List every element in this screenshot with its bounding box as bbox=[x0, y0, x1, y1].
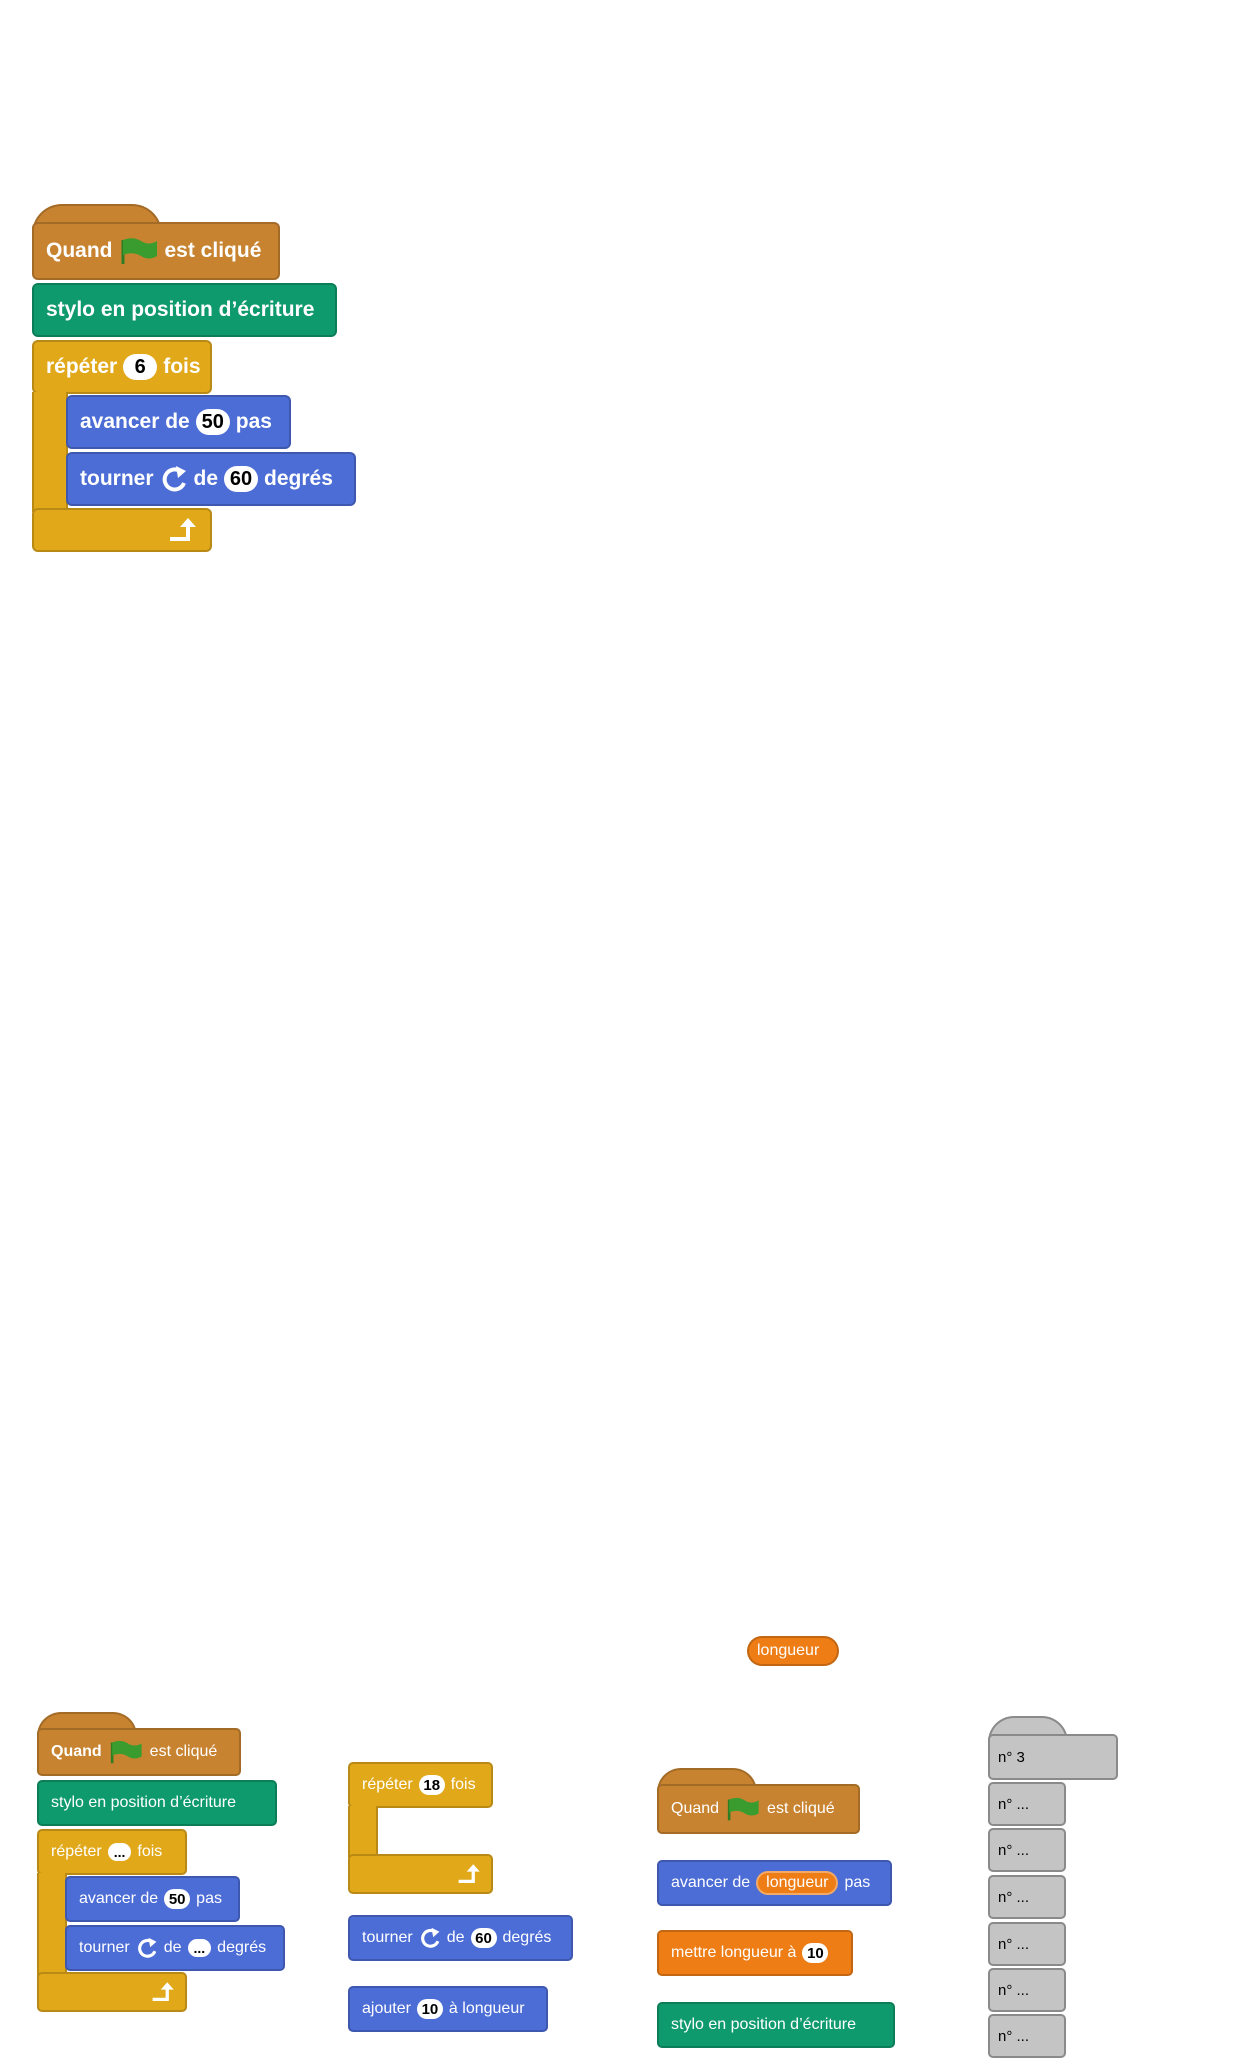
turn-angle-input[interactable]: ... bbox=[188, 1939, 212, 1957]
turn-label-post: degrés bbox=[264, 467, 333, 491]
move-block[interactable]: avancer de longueur pas bbox=[657, 1860, 892, 1906]
move-label-post: pas bbox=[196, 1890, 222, 1908]
repeat-label-pre: répéter bbox=[51, 1843, 102, 1861]
placeholder-slot[interactable]: n° 3 bbox=[988, 1734, 1118, 1780]
repeat-count-input[interactable]: 18 bbox=[419, 1775, 445, 1795]
placeholder-label: n° ... bbox=[998, 1889, 1029, 1906]
repeat-end bbox=[32, 508, 212, 552]
add-label-pre: ajouter bbox=[362, 2000, 411, 2018]
variable-reporter[interactable]: longueur bbox=[747, 1636, 839, 1666]
when-flag-clicked-block[interactable]: Quand est cliqué bbox=[32, 222, 280, 280]
hat-label-pre: Quand bbox=[671, 1800, 719, 1818]
turn-label-post: degrés bbox=[217, 1939, 266, 1957]
repeat-arm bbox=[37, 1873, 67, 1981]
variable-name: longueur bbox=[757, 1642, 819, 1660]
move-block[interactable]: avancer de 50 pas bbox=[66, 395, 291, 449]
pen-down-block[interactable]: stylo en position d’écriture bbox=[657, 2002, 895, 2048]
loop-arrow-icon bbox=[151, 1981, 177, 2003]
green-flag-icon bbox=[108, 1739, 144, 1765]
placeholder-slot[interactable]: n° ... bbox=[988, 1922, 1066, 1966]
repeat-label-pre: répéter bbox=[46, 355, 117, 379]
repeat-arm bbox=[32, 392, 68, 512]
repeat-label-post: fois bbox=[163, 355, 200, 379]
set-label-pre: mettre longueur à bbox=[671, 1944, 796, 1962]
move-label-post: pas bbox=[236, 410, 272, 434]
repeat-block[interactable]: répéter ... fois bbox=[37, 1829, 187, 1875]
placeholder-label: n° ... bbox=[998, 2028, 1029, 2045]
move-steps-input[interactable]: 50 bbox=[164, 1889, 190, 1909]
add-label-post: à longueur bbox=[449, 2000, 525, 2018]
move-steps-input[interactable]: 50 bbox=[196, 409, 230, 435]
placeholder-label: n° 3 bbox=[998, 1749, 1025, 1766]
repeat-label-post: fois bbox=[451, 1776, 476, 1794]
placeholder-slot[interactable]: n° ... bbox=[988, 1782, 1066, 1826]
placeholder-label: n° ... bbox=[998, 1936, 1029, 1953]
move-label-pre: avancer de bbox=[80, 410, 190, 434]
move-variable-input[interactable]: longueur bbox=[756, 1871, 838, 1895]
move-label-pre: avancer de bbox=[79, 1890, 158, 1908]
set-variable-block[interactable]: mettre longueur à 10 bbox=[657, 1930, 853, 1976]
turn-angle-input[interactable]: 60 bbox=[471, 1928, 497, 1948]
hat-label-post: est cliqué bbox=[165, 239, 262, 263]
repeat-count-input[interactable]: ... bbox=[108, 1843, 132, 1861]
turn-block[interactable]: tourner de ... degrés bbox=[65, 1925, 285, 1971]
add-value-input[interactable]: 10 bbox=[417, 1999, 443, 2019]
pen-down-label: stylo en position d’écriture bbox=[51, 1794, 236, 1812]
repeat-count-input[interactable]: 6 bbox=[123, 354, 157, 380]
pen-down-block[interactable]: stylo en position d’écriture bbox=[37, 1780, 277, 1826]
rotate-clockwise-icon bbox=[160, 465, 188, 493]
repeat-end bbox=[348, 1854, 493, 1894]
turn-block[interactable]: tourner de 60 degrés bbox=[66, 452, 356, 506]
change-variable-block[interactable]: ajouter 10 à longueur bbox=[348, 1986, 548, 2032]
loop-arrow-icon bbox=[168, 517, 200, 543]
turn-label-pre: tourner bbox=[362, 1929, 413, 1947]
set-value-input[interactable]: 10 bbox=[802, 1943, 828, 1963]
pen-down-block[interactable]: stylo en position d’écriture bbox=[32, 283, 337, 337]
green-flag-icon bbox=[119, 236, 159, 266]
when-flag-clicked-block[interactable]: Quand est cliqué bbox=[37, 1728, 241, 1776]
pen-down-label: stylo en position d’écriture bbox=[46, 298, 314, 322]
placeholder-slot[interactable]: n° ... bbox=[988, 1968, 1066, 2012]
repeat-block[interactable]: répéter 6 fois bbox=[32, 340, 212, 394]
hat-label-pre: Quand bbox=[46, 239, 113, 263]
placeholder-label: n° ... bbox=[998, 1982, 1029, 1999]
repeat-end bbox=[37, 1972, 187, 2012]
placeholder-label: n° ... bbox=[998, 1796, 1029, 1813]
move-block[interactable]: avancer de 50 pas bbox=[65, 1876, 240, 1922]
rotate-clockwise-icon bbox=[136, 1937, 158, 1959]
hat-label-pre: Quand bbox=[51, 1743, 102, 1761]
turn-label-pre: tourner bbox=[79, 1939, 130, 1957]
placeholder-slot[interactable]: n° ... bbox=[988, 1875, 1066, 1919]
turn-label-post: degrés bbox=[503, 1929, 552, 1947]
hat-label-post: est cliqué bbox=[767, 1800, 835, 1818]
hat-label-post: est cliqué bbox=[150, 1743, 218, 1761]
move-label-pre: avancer de bbox=[671, 1874, 750, 1892]
green-flag-icon bbox=[725, 1796, 761, 1822]
repeat-label-pre: répéter bbox=[362, 1776, 413, 1794]
pen-down-label: stylo en position d’écriture bbox=[671, 2016, 856, 2034]
repeat-label-post: fois bbox=[137, 1843, 162, 1861]
rotate-clockwise-icon bbox=[419, 1927, 441, 1949]
turn-angle-input[interactable]: 60 bbox=[224, 466, 258, 492]
turn-block[interactable]: tourner de 60 degrés bbox=[348, 1915, 573, 1961]
turn-label-pre: tourner bbox=[80, 467, 154, 491]
repeat-block[interactable]: répéter 18 fois bbox=[348, 1762, 493, 1808]
loop-arrow-icon bbox=[457, 1863, 483, 1885]
turn-label-mid: de bbox=[164, 1939, 182, 1957]
turn-label-mid: de bbox=[194, 467, 219, 491]
placeholder-slot[interactable]: n° ... bbox=[988, 2014, 1066, 2058]
turn-label-mid: de bbox=[447, 1929, 465, 1947]
placeholder-label: n° ... bbox=[998, 1842, 1029, 1859]
move-label-post: pas bbox=[844, 1874, 870, 1892]
placeholder-slot[interactable]: n° ... bbox=[988, 1828, 1066, 1872]
when-flag-clicked-block[interactable]: Quand est cliqué bbox=[657, 1784, 860, 1834]
repeat-arm bbox=[348, 1806, 378, 1858]
